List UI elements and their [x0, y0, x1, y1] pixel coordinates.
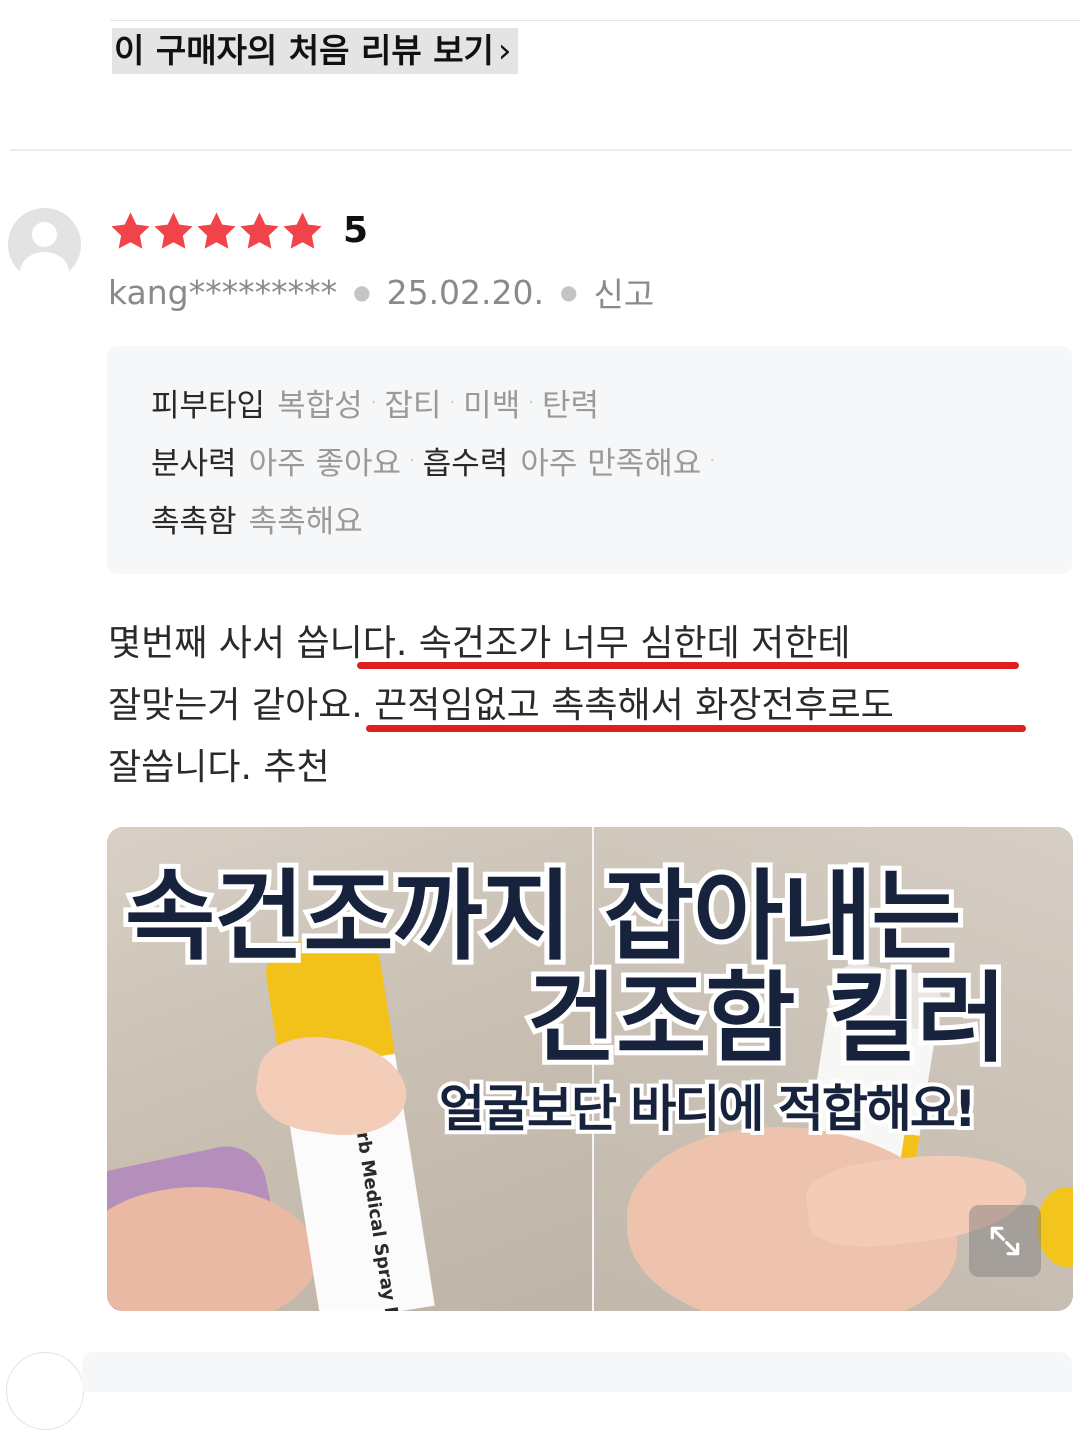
expand-button[interactable]: [969, 1205, 1041, 1277]
review-body-line: 몇번째 사서 씁니다. 속건조가 너무 심한데 저한테: [108, 623, 851, 664]
red-highlight-underline: [357, 662, 1019, 669]
option-key: 분사력: [151, 446, 237, 482]
option-separator: ·: [370, 392, 377, 413]
top-divider: [110, 20, 1080, 21]
option-separator: ·: [409, 450, 415, 471]
star-icon: [280, 209, 325, 254]
review-date: 25.02.20.: [386, 272, 545, 312]
first-review-link[interactable]: 이 구매자의 처음 리뷰 보기 ›: [112, 28, 518, 74]
rating-score: 5: [343, 210, 369, 251]
option-value: 탄력: [541, 388, 599, 424]
option-key: 피부타입: [151, 388, 266, 424]
option-value: 아주 좋아요: [248, 446, 402, 482]
first-review-label: 이 구매자의 처음 리뷰 보기: [114, 31, 494, 70]
review-body-line: 잘씁니다. 추천: [108, 747, 330, 788]
chevron-right-icon: ›: [497, 31, 512, 71]
review-photo[interactable]: orb Medical Spray Professional 속건조까지 잡아내…: [107, 827, 1073, 1311]
option-value: 잡티: [384, 388, 442, 424]
avatar-head-shape: [32, 222, 57, 247]
star-icon: [151, 209, 196, 254]
review-author: kang*********: [108, 272, 338, 312]
avatar: [8, 208, 81, 281]
red-highlight-underline: [366, 725, 1026, 732]
review-body-line: 잘맞는거 같아요. 끈적임없고 촉촉해서 화장전후로도: [108, 685, 894, 726]
option-separator: ·: [449, 392, 456, 413]
rating-stars: 5: [108, 206, 368, 256]
photo-headline-line3: 얼굴보단 바디에 적합해요!: [435, 1076, 981, 1142]
review-meta: kang********* ● 25.02.20. ● 신고: [108, 268, 654, 316]
meta-separator: ●: [353, 280, 371, 304]
option-line-skin-type: 피부타입 복합성 · 잡티 · 미백 · 탄력: [151, 380, 599, 425]
option-value: 촉촉해요: [248, 504, 363, 540]
star-icon: [237, 209, 282, 254]
option-separator: ·: [528, 392, 534, 413]
next-review-avatar: [6, 1352, 84, 1430]
expand-icon: [990, 1226, 1020, 1256]
hand-shape: [107, 1187, 317, 1311]
option-line-spray-absorb: 분사력 아주 좋아요 · 흡수력 아주 만족해요 ·: [151, 438, 723, 483]
meta-separator: ●: [560, 280, 578, 304]
review-options-box: 피부타입 복합성 · 잡티 · 미백 · 탄력 분사력 아주 좋아요 · 흡수력…: [107, 346, 1072, 574]
option-key: 흡수력: [422, 446, 509, 482]
option-value: 미백: [463, 388, 521, 424]
option-separator: ·: [709, 450, 716, 471]
section-divider: [10, 149, 1072, 151]
report-link[interactable]: 신고: [593, 268, 654, 316]
option-value: 복합성: [277, 388, 363, 424]
next-review-options-box: [82, 1352, 1072, 1392]
star-icon: [194, 209, 239, 254]
option-value: 아주 만족해요: [520, 446, 702, 482]
star-icon: [108, 209, 153, 254]
option-key: 촉촉함: [151, 504, 237, 540]
photo-headline-line2: 건조함 킬러: [522, 957, 1012, 1081]
option-line-moisture: 촉촉함 촉촉해요: [151, 496, 363, 541]
avatar-body-shape: [20, 252, 69, 281]
